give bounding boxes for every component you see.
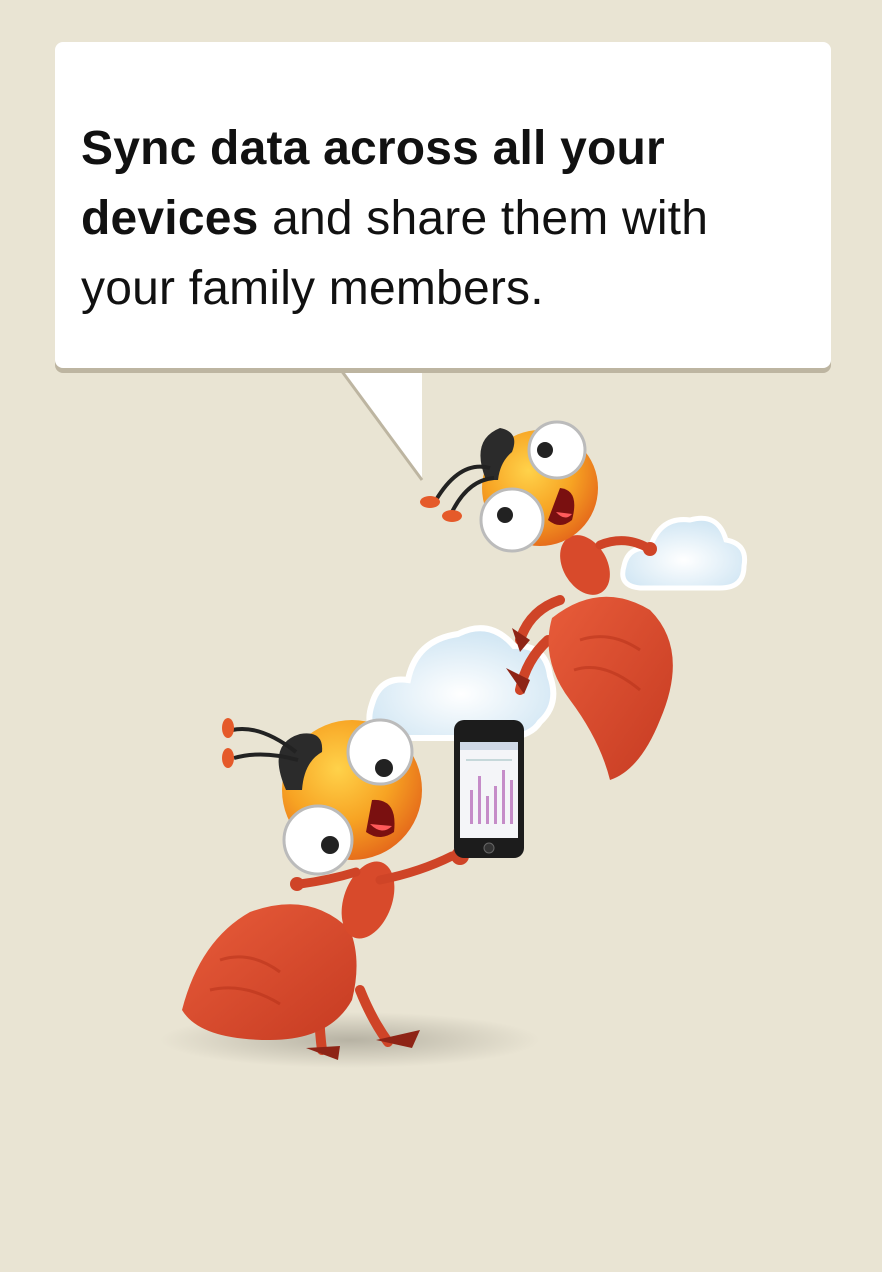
cloud-small-icon	[620, 515, 748, 591]
ant-bottom	[182, 718, 469, 1060]
smartphone-icon	[454, 720, 524, 858]
onboarding-illustration	[160, 420, 748, 1068]
